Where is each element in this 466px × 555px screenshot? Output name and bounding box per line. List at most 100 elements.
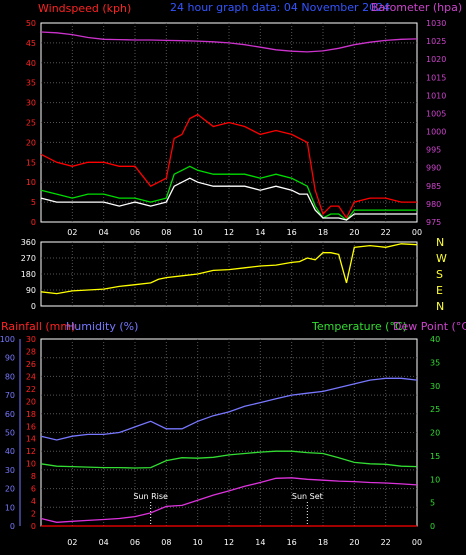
- temperature-tick-label: 15: [430, 452, 440, 461]
- barometer-axis-label: Barometer (hpa): [371, 1, 462, 14]
- wind-tick-label: 5: [31, 198, 36, 207]
- wind-left-axis: 0 5 10 15 20 25 30 35 40 45 50: [26, 19, 36, 227]
- humidity-tick-label: 80: [5, 372, 15, 381]
- x-tick-label: 04: [99, 538, 109, 547]
- windspeed-axis-label: Windspeed (kph): [38, 2, 131, 15]
- rainfall-tick-label: 6: [31, 485, 36, 494]
- direction-tick-label: 270: [21, 254, 36, 263]
- wind-direction-chart: 090180270360 NWSEN: [21, 236, 447, 313]
- barometer-tick-label: 1030: [426, 19, 446, 28]
- x-tick-label: 08: [161, 538, 171, 547]
- x-tick-label: 14: [255, 228, 265, 237]
- x-tick-label: 10: [193, 538, 203, 547]
- temperature-tick-label: 30: [430, 382, 440, 391]
- rainfall-tick-label: 0: [31, 522, 36, 531]
- direction-tick-label: 0: [31, 302, 36, 311]
- wind-tick-label: 20: [26, 138, 36, 147]
- x-tick-label: 06: [130, 538, 140, 547]
- barometer-tick-label: 1010: [426, 91, 446, 100]
- wind-tick-label: 30: [26, 99, 36, 108]
- direction-tick-label: 360: [21, 238, 36, 247]
- x-tick-label: 12: [224, 228, 234, 237]
- direction-tick-label: 90: [26, 286, 36, 295]
- wind-barometer-chart: 05101520253035404550 9759809859909951000…: [26, 1, 462, 237]
- wind-tick-label: 15: [26, 158, 36, 167]
- x-tick-label: 14: [255, 538, 265, 547]
- x-tick-label: 18: [318, 228, 328, 237]
- x-tick-label: 00: [412, 228, 422, 237]
- barometer-tick-label: 985: [426, 182, 441, 191]
- temperature-tick-label: 25: [430, 405, 440, 414]
- wind-tick-label: 40: [26, 59, 36, 68]
- humidity-tick-label: 90: [5, 354, 15, 363]
- temperature-tick-label: 40: [430, 335, 440, 344]
- direction-tick-label: 180: [21, 270, 36, 279]
- rainfall-tick-label: 26: [26, 360, 36, 369]
- temperature-tick-label: 20: [430, 429, 440, 438]
- x-tick-label: 18: [318, 538, 328, 547]
- compass-label: W: [436, 252, 447, 265]
- rainfall-tick-label: 2: [31, 510, 36, 519]
- temperature-humidity-chart: Sun Rise Sun Set 0102030405060708090100 0…: [0, 320, 466, 547]
- rainfall-tick-label: 4: [31, 497, 36, 506]
- rainfall-tick-label: 28: [26, 347, 36, 356]
- barometer-tick-label: 975: [426, 218, 441, 227]
- temperature-tick-label: 0: [430, 522, 435, 531]
- rainfall-tick-label: 14: [26, 435, 36, 444]
- barometer-tick-label: 1015: [426, 73, 446, 82]
- temperature-tick-label: 10: [430, 475, 440, 484]
- barometer-tick-label: 1025: [426, 37, 446, 46]
- compass-label: N: [436, 300, 444, 313]
- barometer-tick-label: 990: [426, 164, 441, 173]
- rainfall-tick-label: 24: [26, 372, 36, 381]
- humidity-tick-label: 30: [5, 466, 15, 475]
- dewpoint-axis-label: Dew Point (°C): [393, 320, 466, 333]
- humidity-tick-label: 100: [0, 335, 15, 344]
- x-tick-label: 04: [99, 228, 109, 237]
- x-tick-label: 20: [349, 228, 359, 237]
- barometer-tick-label: 980: [426, 200, 441, 209]
- x-tick-label: 22: [381, 228, 391, 237]
- x-tick-label: 16: [287, 228, 297, 237]
- x-tick-label: 00: [412, 538, 422, 547]
- rainfall-tick-label: 16: [26, 422, 36, 431]
- wind-tick-label: 45: [26, 39, 36, 48]
- x-tick-label: 06: [130, 228, 140, 237]
- temp-x-axis: 02 04 06 08 10 12 14 16 18 20 22 00: [67, 538, 422, 547]
- x-tick-label: 02: [67, 538, 77, 547]
- compass-label: E: [436, 284, 443, 297]
- x-tick-label: 16: [287, 538, 297, 547]
- wind-tick-label: 10: [26, 178, 36, 187]
- temperature-tick-label: 35: [430, 358, 440, 367]
- humidity-tick-label: 20: [5, 485, 15, 494]
- x-tick-label: 22: [381, 538, 391, 547]
- humidity-tick-label: 40: [5, 447, 15, 456]
- rainfall-tick-label: 22: [26, 385, 36, 394]
- compass-axis: NWSEN: [436, 236, 447, 313]
- rainfall-axis-label: Rainfall (mm): [1, 320, 75, 333]
- humidity-axis-label: Humidity (%): [66, 320, 138, 333]
- wind-x-axis: 02 04 06 08 10 12 14 16 18 20 22 00: [67, 228, 422, 237]
- x-tick-label: 10: [193, 228, 203, 237]
- compass-label: N: [436, 236, 444, 249]
- x-tick-label: 12: [224, 538, 234, 547]
- sun-event-label: Sun Set: [292, 492, 323, 501]
- wind-tick-label: 35: [26, 79, 36, 88]
- wind-tick-label: 25: [26, 119, 36, 128]
- barometer-tick-label: 1020: [426, 55, 446, 64]
- barometer-tick-label: 1000: [426, 128, 446, 137]
- barometer-axis: 975 980 985 990 995 1000 1005 1010 1015 1020 1025 1…: [426, 19, 446, 227]
- humidity-tick-label: 70: [5, 391, 15, 400]
- wind-chart-title: 24 hour graph data: 04 November 2024: [170, 1, 390, 14]
- compass-label: S: [436, 268, 443, 281]
- x-tick-label: 20: [349, 538, 359, 547]
- humidity-axis: 0 10 20 30 40 50 60 70 80 90 100: [0, 335, 21, 531]
- barometer-tick-label: 1005: [426, 109, 446, 118]
- humidity-tick-label: 10: [5, 503, 15, 512]
- wind-tick-label: 50: [26, 19, 36, 28]
- wind-tick-label: 0: [31, 218, 36, 227]
- sun-event-label: Sun Rise: [133, 492, 168, 501]
- rainfall-tick-label: 20: [26, 397, 36, 406]
- rainfall-tick-label: 8: [31, 472, 36, 481]
- rainfall-tick-label: 18: [26, 410, 36, 419]
